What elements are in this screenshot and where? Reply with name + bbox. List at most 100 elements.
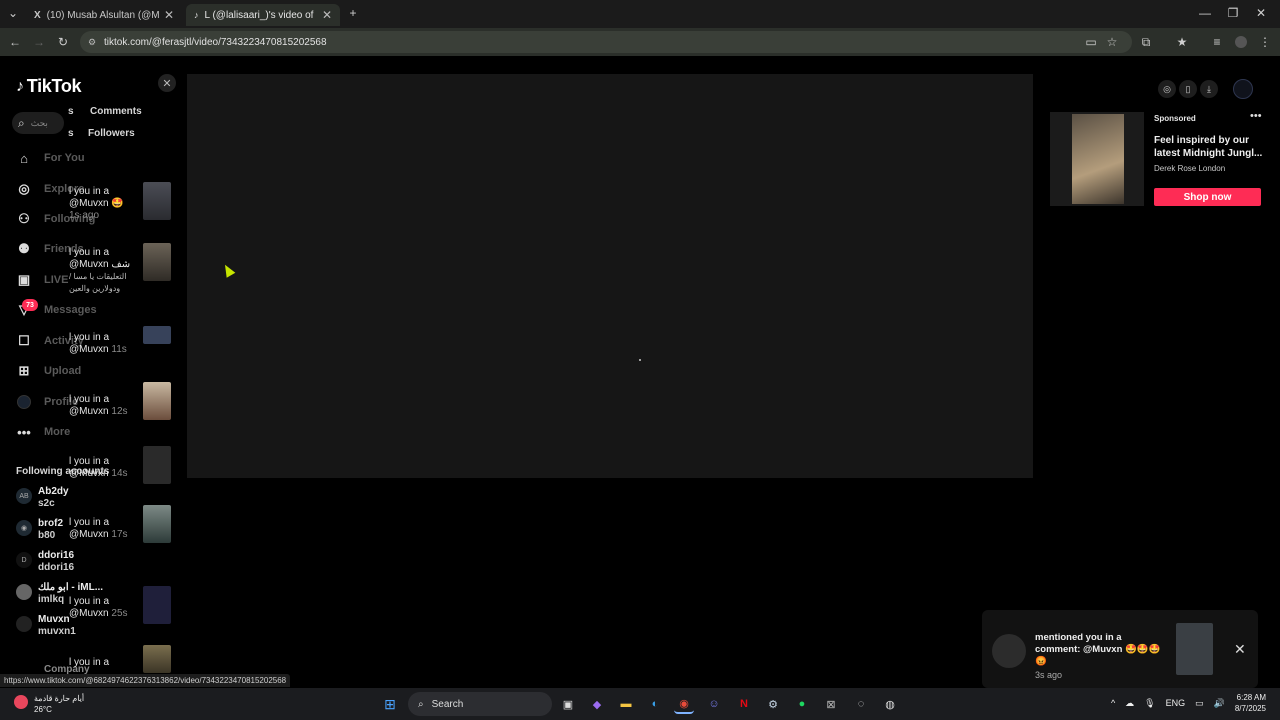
search-placeholder: بحث [30, 117, 48, 128]
weather-widget[interactable]: أيام حارة قادمة 26°C [14, 693, 84, 715]
microphone-icon[interactable]: 🎙 [1144, 698, 1155, 709]
favorites-icon[interactable]: ★ [1173, 33, 1191, 51]
video-thumbnail [143, 645, 171, 673]
notification-item[interactable]: l you in a [69, 645, 177, 673]
notification-toast[interactable]: mentioned you in a comment: @Muvxn 🤩🤩🤩 😡… [982, 610, 1258, 688]
close-icon[interactable]: ✕ [1234, 641, 1246, 658]
volume-icon[interactable]: 🔊 [1214, 698, 1225, 709]
notification-item[interactable]: l you in a @Muvxn 25s [69, 586, 177, 624]
language-indicator[interactable]: ENG [1166, 698, 1186, 708]
notification-item[interactable]: l you in a @Muvxn 17s [69, 505, 177, 543]
avatar [992, 634, 1026, 668]
close-tab-icon[interactable]: ✕ [164, 8, 174, 22]
app-icon[interactable]: ◍ [880, 694, 900, 714]
download-icon[interactable]: ⤓ [1200, 80, 1218, 98]
notification-extra: التعليقات يا مسا / ودولارين والعين [69, 272, 127, 293]
video-thumbnail [143, 243, 171, 281]
forward-icon[interactable]: → [30, 33, 48, 51]
bookmark-star-icon[interactable]: ☆ [1103, 33, 1121, 51]
shop-now-button[interactable]: Shop now [1154, 188, 1261, 206]
tab-twitter[interactable]: X (10) Musab Alsultan (@Muvxn_ ✕ [26, 4, 182, 26]
account-name: ddori16 [38, 550, 75, 561]
site-info-icon[interactable]: ⚙ [88, 37, 96, 48]
spotify-icon[interactable]: ● [792, 694, 812, 714]
tab-likes[interactable]: s [68, 128, 74, 139]
account-item[interactable]: Muvxn muvxn1 [16, 614, 76, 638]
onedrive-icon[interactable]: ☁ [1125, 698, 1134, 709]
account-item[interactable]: AB Ab2dy s2c [16, 486, 69, 510]
start-icon[interactable]: ⊞ [380, 694, 400, 714]
tab-comments[interactable]: Comments [90, 106, 142, 117]
app-icon[interactable]: ◌ [851, 694, 871, 714]
network-icon[interactable]: ▭ [1195, 698, 1204, 709]
reading-list-icon[interactable]: ≡ [1208, 33, 1226, 51]
notification-item[interactable]: l you in a @Muvxn 14s [69, 446, 177, 484]
notification-item[interactable]: l you in a @Muvxn شف التعليقات يا مسا / … [69, 243, 177, 295]
upload-icon: ⊞ [18, 363, 30, 378]
discord-icon[interactable]: ☺ [704, 694, 724, 714]
chevron-up-icon[interactable]: ^ [1111, 698, 1115, 708]
video-thumbnail [143, 182, 171, 220]
nav-label: Upload [44, 365, 82, 377]
ad-headline[interactable]: Feel inspired by our latest Midnight Jun… [1154, 134, 1264, 160]
extensions-icon[interactable]: ⧉ [1137, 33, 1155, 51]
taskbar: أيام حارة قادمة 26°C ⊞ ⌕ Search ▣ ◆ ▬ ◐ … [0, 688, 1280, 720]
close-tab-icon[interactable]: ✕ [322, 8, 332, 22]
edge-icon[interactable]: ◐ [645, 694, 665, 714]
compass-icon[interactable]: ◎ [1158, 80, 1176, 98]
file-explorer-icon[interactable]: ▬ [616, 694, 636, 714]
avatar[interactable] [1233, 79, 1253, 99]
task-view-icon[interactable]: ▣ [558, 694, 578, 714]
nav-live[interactable]: ▣ LIVE [16, 272, 69, 288]
device-icon[interactable]: ▯ [1179, 80, 1197, 98]
xbox-icon[interactable]: ⊠ [821, 694, 841, 714]
notification-item[interactable]: l you in a @Muvxn 🤩 1s ago [69, 182, 177, 222]
menu-icon[interactable]: ⋮ [1256, 33, 1274, 51]
video-thumbnail [143, 586, 171, 624]
clock[interactable]: 6:28 AM 8/7/2025 [1235, 692, 1266, 714]
more-icon: ••• [17, 424, 31, 440]
close-window-icon[interactable]: ✕ [1252, 4, 1270, 22]
notification-item[interactable]: l you in a @Muvxn 12s [69, 382, 177, 420]
profile-avatar[interactable] [1232, 33, 1250, 51]
ad-brand[interactable]: Derek Rose London [1154, 164, 1225, 173]
account-item[interactable]: Dddori16 ddori16 [16, 550, 74, 574]
tab-list-icon[interactable]: ⌄ [4, 4, 22, 22]
tab-title: (10) Musab Alsultan (@Muvxn_ [46, 9, 159, 21]
back-icon[interactable]: ← [6, 33, 24, 51]
minimize-icon[interactable]: — [1196, 4, 1214, 22]
netflix-icon[interactable]: N [734, 694, 754, 714]
maximize-icon[interactable]: ❐ [1224, 4, 1242, 22]
more-options-icon[interactable]: ••• [1250, 110, 1262, 122]
steam-icon[interactable]: ⚙ [763, 694, 783, 714]
clock-date: 8/7/2025 [1234, 704, 1266, 713]
ad-thumbnail[interactable] [1050, 112, 1144, 206]
account-name: ابو ملك - iML... [38, 582, 104, 593]
search-input[interactable]: ⌕ بحث [12, 112, 64, 134]
new-tab-icon[interactable]: + [344, 4, 362, 22]
tab-mentions[interactable]: s [68, 106, 74, 117]
cast-icon[interactable]: ▭ [1082, 33, 1100, 51]
avatar: D [16, 552, 32, 568]
avatar: AB [16, 488, 32, 504]
nav-more[interactable]: ••• More [16, 424, 70, 440]
chrome-icon[interactable]: ◉ [674, 694, 694, 714]
close-panel-button[interactable]: ✕ [158, 74, 176, 92]
nav-upload[interactable]: ⊞ Upload [16, 363, 82, 379]
reload-icon[interactable]: ↻ [54, 33, 72, 51]
tab-followers[interactable]: Followers [88, 128, 135, 139]
tab-title: L (@lalisaari_)'s video of ابو فهد [204, 9, 315, 21]
video-player[interactable] [187, 74, 1033, 478]
taskbar-search[interactable]: ⌕ Search [408, 692, 552, 716]
nav-for-you[interactable]: ⌂ For You [16, 150, 84, 166]
address-bar[interactable]: ⚙ tiktok.com/@ferasjtl/video/73432234708… [80, 31, 1132, 53]
tiktok-logo[interactable]: ♪ TikTok [16, 76, 82, 97]
copilot-icon[interactable]: ◆ [587, 694, 607, 714]
video-thumbnail [143, 446, 171, 484]
activity-icon: ☐ [18, 333, 30, 348]
tab-tiktok[interactable]: ♪ L (@lalisaari_)'s video of ابو فهد ✕ [186, 4, 340, 26]
ad-sponsored-label: Sponsored [1154, 114, 1196, 123]
notification-user: @Muvxn [69, 608, 109, 619]
notification-item[interactable]: l you in a @Muvxn 11s [69, 326, 177, 356]
account-item[interactable]: ◉ brof2 b80 [16, 518, 63, 542]
